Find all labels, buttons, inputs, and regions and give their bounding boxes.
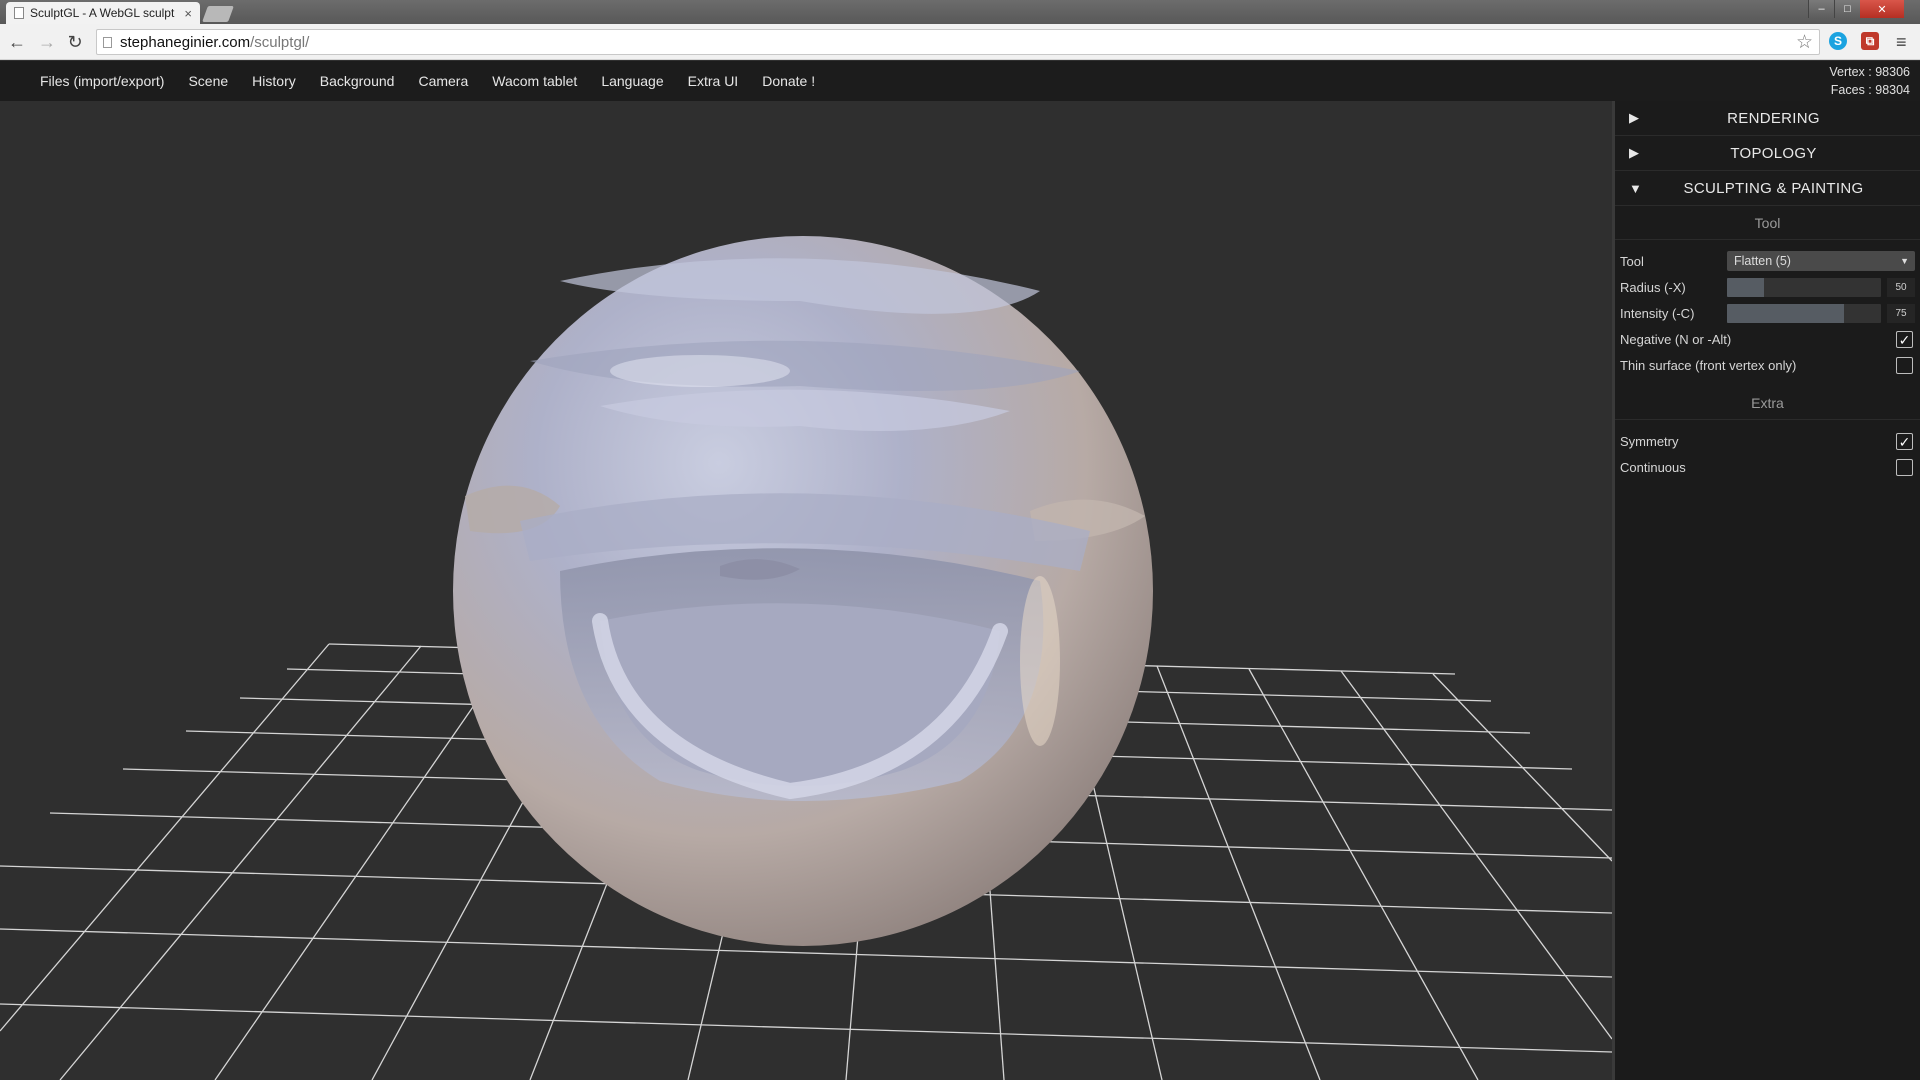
tab-close-icon[interactable]: × <box>184 6 192 21</box>
symmetry-label: Symmetry <box>1620 433 1679 449</box>
3d-viewport[interactable] <box>0 101 1612 1080</box>
thin-surface-checkbox[interactable] <box>1896 357 1913 374</box>
intensity-value-input[interactable]: 75 <box>1887 304 1915 323</box>
address-bar[interactable]: stephaneginier.com /sculptgl/ ☆ <box>96 29 1820 55</box>
chevron-down-icon: ▼ <box>1900 256 1909 266</box>
symmetry-checkbox[interactable]: ✓ <box>1896 433 1913 450</box>
page-icon <box>103 36 112 48</box>
continuous-label: Continuous <box>1620 459 1686 475</box>
menu-background[interactable]: Background <box>308 61 407 101</box>
app-menu-bar: Files (import/export) Scene History Back… <box>0 61 1920 101</box>
face-count: Faces : 98304 <box>1830 83 1910 97</box>
mesh-stats: Vertex : 98306 Faces : 98304 <box>1829 63 1910 99</box>
page-icon <box>14 7 24 19</box>
browser-tab-strip: SculptGL - A WebGL sculpt × – □ ✕ <box>0 0 1920 24</box>
pdf-extension-icon[interactable]: ⧉ <box>1861 32 1879 50</box>
menu-extra-ui[interactable]: Extra UI <box>676 61 751 101</box>
menu-history[interactable]: History <box>240 61 308 101</box>
menu-files[interactable]: Files (import/export) <box>28 61 176 101</box>
tool-select[interactable]: Flatten (5) ▼ <box>1727 251 1915 271</box>
extra-subheader: Extra <box>1615 386 1920 420</box>
continuous-row: Continuous <box>1615 454 1920 480</box>
url-path: /sculptgl/ <box>250 33 310 51</box>
main-menu: Files (import/export) Scene History Back… <box>28 61 827 101</box>
radius-value-input[interactable]: 50 <box>1887 278 1915 297</box>
thin-surface-label: Thin surface (front vertex only) <box>1620 357 1797 373</box>
radius-row: Radius (-X) 50 <box>1615 274 1920 300</box>
vertex-count: Vertex : 98306 <box>1829 65 1910 79</box>
section-topology[interactable]: ▶ TOPOLOGY <box>1615 136 1920 171</box>
browser-tab[interactable]: SculptGL - A WebGL sculpt × <box>6 2 200 24</box>
browser-toolbar: ← → ↻ stephaneginier.com /sculptgl/ ☆ S … <box>0 24 1920 60</box>
skype-extension-icon[interactable]: S <box>1829 32 1847 50</box>
forward-icon[interactable]: → <box>36 32 58 53</box>
menu-scene[interactable]: Scene <box>176 61 240 101</box>
settings-panel: ▶ RENDERING ▶ TOPOLOGY ▼ SCULPTING & PAI… <box>1612 101 1920 1080</box>
back-icon[interactable]: ← <box>6 32 28 53</box>
tool-select-value: Flatten (5) <box>1734 254 1791 268</box>
url-host: stephaneginier.com <box>120 33 251 51</box>
intensity-slider-fill <box>1727 304 1845 323</box>
tool-subheader: Tool <box>1615 206 1920 240</box>
continuous-checkbox[interactable] <box>1896 459 1913 476</box>
tool-row: Tool Flatten (5) ▼ <box>1615 248 1920 274</box>
reload-icon[interactable]: ↻ <box>64 32 86 53</box>
new-tab-button[interactable] <box>202 6 234 22</box>
bookmark-star-icon[interactable]: ☆ <box>1796 31 1813 54</box>
section-title: SCULPTING & PAINTING <box>1683 179 1864 197</box>
minimize-icon[interactable]: – <box>1808 0 1834 18</box>
section-sculpting-painting[interactable]: ▼ SCULPTING & PAINTING <box>1615 171 1920 206</box>
negative-row: Negative (N or -Alt) ✓ <box>1615 326 1920 352</box>
negative-label: Negative (N or -Alt) <box>1620 331 1732 347</box>
radius-slider[interactable] <box>1727 278 1881 297</box>
section-title: TOPOLOGY <box>1730 144 1817 162</box>
menu-wacom-tablet[interactable]: Wacom tablet <box>480 61 589 101</box>
expand-arrow-icon: ▶ <box>1629 145 1639 160</box>
radius-label: Radius (-X) <box>1620 279 1686 295</box>
negative-checkbox[interactable]: ✓ <box>1896 331 1913 348</box>
browser-menu-icon[interactable]: ≡ <box>1896 32 1907 53</box>
maximize-icon[interactable]: □ <box>1834 0 1860 18</box>
intensity-row: Intensity (-C) 75 <box>1615 300 1920 326</box>
menu-camera[interactable]: Camera <box>406 61 480 101</box>
viewport-canvas <box>0 236 1612 1080</box>
tool-label: Tool <box>1620 253 1644 269</box>
sculpted-sphere-mesh <box>453 236 1153 946</box>
intensity-label: Intensity (-C) <box>1620 305 1695 321</box>
tab-title: SculptGL - A WebGL sculpt <box>30 6 175 20</box>
menu-language[interactable]: Language <box>589 61 675 101</box>
expand-arrow-icon: ▶ <box>1629 110 1639 125</box>
section-title: RENDERING <box>1727 109 1820 127</box>
symmetry-row: Symmetry ✓ <box>1615 428 1920 454</box>
thin-surface-row: Thin surface (front vertex only) <box>1615 352 1920 378</box>
collapse-arrow-icon: ▼ <box>1629 180 1642 196</box>
radius-slider-fill <box>1727 278 1764 297</box>
window-controls: – □ ✕ <box>1808 0 1904 18</box>
section-rendering[interactable]: ▶ RENDERING <box>1615 101 1920 136</box>
intensity-slider[interactable] <box>1727 304 1881 323</box>
menu-donate[interactable]: Donate ! <box>750 61 827 101</box>
close-window-icon[interactable]: ✕ <box>1860 0 1904 18</box>
